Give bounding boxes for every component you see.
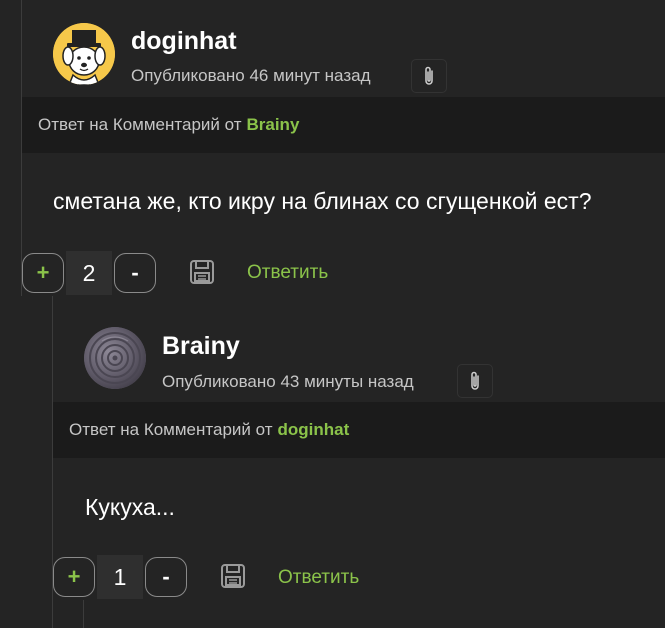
reply-to-user-link[interactable]: doginhat [277, 420, 349, 440]
comment-brainy: Brainy Опубликовано 43 минуты назад Отве… [0, 300, 665, 628]
copy-link-button[interactable] [457, 364, 493, 398]
comment-doginhat: doginhat Опубликовано 46 минут назад Отв… [0, 0, 665, 300]
reply-context-label: Ответ на Комментарий от [69, 420, 273, 439]
author-name[interactable]: Brainy [162, 332, 240, 361]
paperclip-icon [425, 66, 433, 85]
reply-context-label: Ответ на Комментарий от [38, 115, 242, 134]
vote-score: 1 [97, 555, 143, 599]
dog-with-top-hat-avatar-icon [53, 23, 115, 85]
upvote-button[interactable]: + [53, 557, 95, 597]
reply-context-bar: Ответ на Комментарий от doginhat [53, 402, 665, 458]
manhole-cover-avatar-icon [84, 327, 146, 389]
comment-body: сметана же, кто икру на блинах со сгущен… [53, 188, 592, 214]
comment-thread: doginhat Опубликовано 46 минут назад Отв… [0, 0, 665, 628]
avatar[interactable] [84, 327, 146, 389]
upvote-button[interactable]: + [22, 253, 64, 293]
avatar[interactable] [53, 23, 115, 85]
author-name[interactable]: doginhat [131, 27, 237, 56]
downvote-button[interactable]: - [145, 557, 187, 597]
reply-context-bar: Ответ на Комментарий от Brainy [22, 97, 665, 153]
reply-button[interactable]: Ответить [278, 567, 359, 589]
paperclip-icon [471, 371, 479, 390]
copy-link-button[interactable] [411, 59, 447, 93]
floppy-disk-icon[interactable] [220, 563, 246, 589]
reply-button[interactable]: Ответить [247, 262, 328, 284]
comment-body: Кукуха... [85, 494, 175, 520]
post-timestamp: Опубликовано 43 минуты назад [162, 372, 414, 391]
downvote-button[interactable]: - [114, 253, 156, 293]
post-timestamp: Опубликовано 46 минут назад [131, 66, 371, 85]
floppy-disk-icon[interactable] [189, 259, 215, 285]
vote-score: 2 [66, 251, 112, 295]
reply-to-user-link[interactable]: Brainy [246, 115, 299, 135]
